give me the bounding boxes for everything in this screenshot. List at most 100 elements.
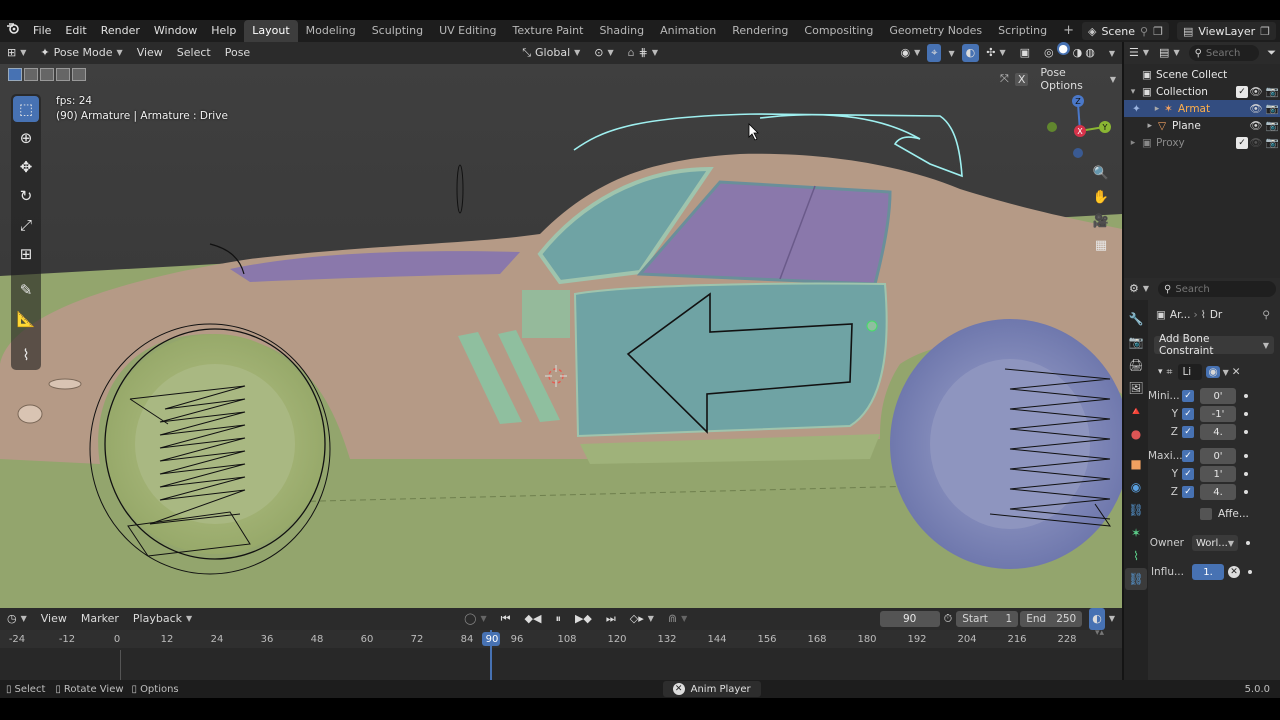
tab-shading[interactable]: Shading xyxy=(591,20,652,42)
annotate-tool-icon[interactable]: ✎ xyxy=(13,277,39,303)
menu-render[interactable]: Render xyxy=(94,20,147,42)
tab-modeling[interactable]: Modeling xyxy=(298,20,364,42)
bone-tab-icon[interactable]: ⌇ xyxy=(1125,545,1147,567)
keyframe-dot-icon[interactable] xyxy=(1244,430,1248,434)
scale-tool-icon[interactable]: ⤢ xyxy=(13,212,39,238)
tab-uv-editing[interactable]: UV Editing xyxy=(431,20,504,42)
cancel-icon[interactable]: ✕ xyxy=(672,683,685,695)
add-workspace-button[interactable]: + xyxy=(1055,20,1082,42)
use-max-x-checkbox[interactable]: ✓ xyxy=(1182,450,1194,462)
overlay-toggle[interactable]: ◐ xyxy=(961,44,980,62)
armature-data-tab-icon[interactable]: ✶ xyxy=(1125,522,1147,544)
collapse-arrow-icon[interactable]: ▾ xyxy=(1148,367,1167,377)
perspective-toggle-icon[interactable]: ▦ xyxy=(1090,234,1112,256)
end-frame-field[interactable]: End 250 xyxy=(1020,611,1083,627)
shading-dropdown[interactable]: ▼ xyxy=(1102,42,1122,65)
use-min-x-checkbox[interactable]: ✓ xyxy=(1182,390,1194,402)
camera-icon[interactable]: 📷 xyxy=(1264,119,1280,132)
tab-geometry-nodes[interactable]: Geometry Nodes xyxy=(881,20,990,42)
jump-to-end-icon[interactable]: ⏭ xyxy=(599,608,623,630)
pin-icon[interactable]: ⚲ xyxy=(1140,25,1148,38)
camera-icon[interactable]: 📷 xyxy=(1264,136,1280,149)
outliner-editor-type[interactable]: ☰ ▼ xyxy=(1124,42,1154,64)
menu-edit[interactable]: Edit xyxy=(58,20,93,42)
use-max-z-checkbox[interactable]: ✓ xyxy=(1182,486,1194,498)
expand-arrow-icon[interactable]: ▸ xyxy=(1124,121,1158,131)
outliner-display-mode[interactable]: ▤ ▼ xyxy=(1154,42,1185,64)
outliner-search[interactable]: ⚲ Search xyxy=(1188,45,1260,61)
scene-selector[interactable]: ◈ Scene ⚲ ❐ xyxy=(1081,22,1169,40)
collection-checkbox[interactable]: ✓ xyxy=(1236,136,1248,149)
keyframe-dot-icon[interactable] xyxy=(1244,412,1248,416)
mirror-icon[interactable]: ⤧ xyxy=(1000,72,1009,86)
max-y-field[interactable]: 1' xyxy=(1200,466,1236,482)
select-intersect-icon[interactable] xyxy=(72,68,86,81)
measure-tool-icon[interactable]: 📐 xyxy=(13,306,39,332)
x-mirror-toggle[interactable]: X xyxy=(1014,72,1029,86)
pivot-point-button[interactable]: ⊙ ▼ xyxy=(587,42,620,64)
object-constraint-tab-icon[interactable]: ⛓ xyxy=(1125,499,1147,521)
stopwatch-icon[interactable]: ⏱ xyxy=(940,608,957,630)
outliner-row-scene-collection[interactable]: ▣ Scene Collect xyxy=(1124,66,1280,83)
rendered-shading-icon[interactable]: ◍ xyxy=(1085,42,1095,64)
camera-icon[interactable]: 📷 xyxy=(1264,85,1280,98)
current-frame-field[interactable]: 90 xyxy=(879,611,940,627)
visibility-button[interactable]: ◉ ▼ xyxy=(894,42,928,64)
select-invert-icon[interactable] xyxy=(56,68,70,81)
max-z-field[interactable]: 4. xyxy=(1200,484,1236,500)
expand-arrow-icon[interactable]: ▸ xyxy=(1150,104,1164,114)
owner-space-dropdown[interactable]: Worl... ▼ xyxy=(1192,535,1238,551)
eye-icon[interactable]: 👁 xyxy=(1248,102,1264,115)
new-scene-icon[interactable]: ❐ xyxy=(1153,25,1163,38)
constraint-menu-icon[interactable]: ▼ xyxy=(1220,368,1232,377)
min-x-field[interactable]: 0' xyxy=(1200,388,1236,404)
pin-icon[interactable]: ⚲ xyxy=(1262,309,1280,321)
influence-slider[interactable]: 1. xyxy=(1192,564,1224,580)
timeline-editor-type[interactable]: ◷ ▼ xyxy=(0,608,34,630)
jump-to-keyframe-back-icon[interactable]: ◆◀ xyxy=(518,608,549,630)
bone-tool-icon[interactable]: ⌇ xyxy=(13,342,39,368)
gizmo-dropdown[interactable]: ▼ xyxy=(941,42,961,65)
tab-texture-paint[interactable]: Texture Paint xyxy=(504,20,591,42)
disable-keep-transform-icon[interactable]: ✕ xyxy=(1228,566,1240,578)
keyframe-dot-icon[interactable] xyxy=(1244,454,1248,458)
keyframe-dot-icon[interactable] xyxy=(1244,394,1248,398)
min-y-field[interactable]: -1' xyxy=(1200,406,1236,422)
anim-player-button[interactable]: ✕ Anim Player xyxy=(662,681,761,697)
scene-tab-icon[interactable]: 🔺 xyxy=(1125,400,1147,422)
timeline[interactable]: -24 -12 0 12 24 36 48 60 72 84 90 96 108 120 132 144 156… xyxy=(0,628,1122,680)
menu-file[interactable]: File xyxy=(26,20,58,42)
physics-tab-icon[interactable]: ◉ xyxy=(1125,476,1147,498)
start-frame-field[interactable]: Start 1 xyxy=(956,611,1019,627)
min-z-field[interactable]: 4. xyxy=(1200,424,1236,440)
camera-view-icon[interactable]: 🎥 xyxy=(1090,210,1112,232)
scroll-arrows-icon[interactable]: ▾▴ xyxy=(1095,628,1104,638)
menu-help[interactable]: Help xyxy=(204,20,243,42)
output-tab-icon[interactable]: 🖨 xyxy=(1125,354,1147,376)
keyframe-dot-icon[interactable] xyxy=(1246,541,1250,545)
xray-toggle[interactable]: ▣ xyxy=(1013,42,1037,64)
delete-constraint-icon[interactable]: ✕ xyxy=(1232,366,1241,378)
tab-sculpting[interactable]: Sculpting xyxy=(364,20,431,42)
expand-arrow-icon[interactable]: ▸ xyxy=(1124,138,1142,148)
cursor-tool-icon[interactable]: ⊕ xyxy=(13,125,39,151)
select-box-tool-icon[interactable]: ⬚ xyxy=(13,96,39,122)
solid-shading-icon[interactable]: ● xyxy=(1056,42,1070,55)
menu-view[interactable]: View xyxy=(130,42,170,64)
collection-checkbox[interactable]: ✓ xyxy=(1236,85,1248,98)
keyframe-dot-icon[interactable] xyxy=(1244,490,1248,494)
properties-search[interactable]: ⚲ Search xyxy=(1158,281,1276,297)
3d-viewport[interactable]: ⬚ ⊕ ✥ ↻ ⤢ ⊞ ✎ 📐 ⌇ fps: 24 (90) Armature … xyxy=(0,64,1122,608)
zoom-icon[interactable]: 🔍 xyxy=(1090,162,1112,184)
eye-icon[interactable]: 👁 xyxy=(1248,85,1264,98)
jump-to-keyframe-forward-icon[interactable]: ▶◆ xyxy=(568,608,599,630)
tab-rendering[interactable]: Rendering xyxy=(724,20,796,42)
render-tab-icon[interactable]: 📷 xyxy=(1125,331,1147,353)
tool-tab-icon[interactable]: 🔧 xyxy=(1125,308,1147,330)
auto-keying-toggle[interactable]: ◯ ▼ xyxy=(457,608,493,630)
jump-to-start-icon[interactable]: ⏮ xyxy=(494,608,518,630)
world-tab-icon[interactable]: ● xyxy=(1125,423,1147,445)
timeline-menu-marker[interactable]: Marker xyxy=(74,608,126,630)
navigation-gizmo[interactable]: Z Y X xyxy=(1040,90,1116,166)
editor-type-button[interactable]: ⊞ ▼ xyxy=(0,42,33,64)
